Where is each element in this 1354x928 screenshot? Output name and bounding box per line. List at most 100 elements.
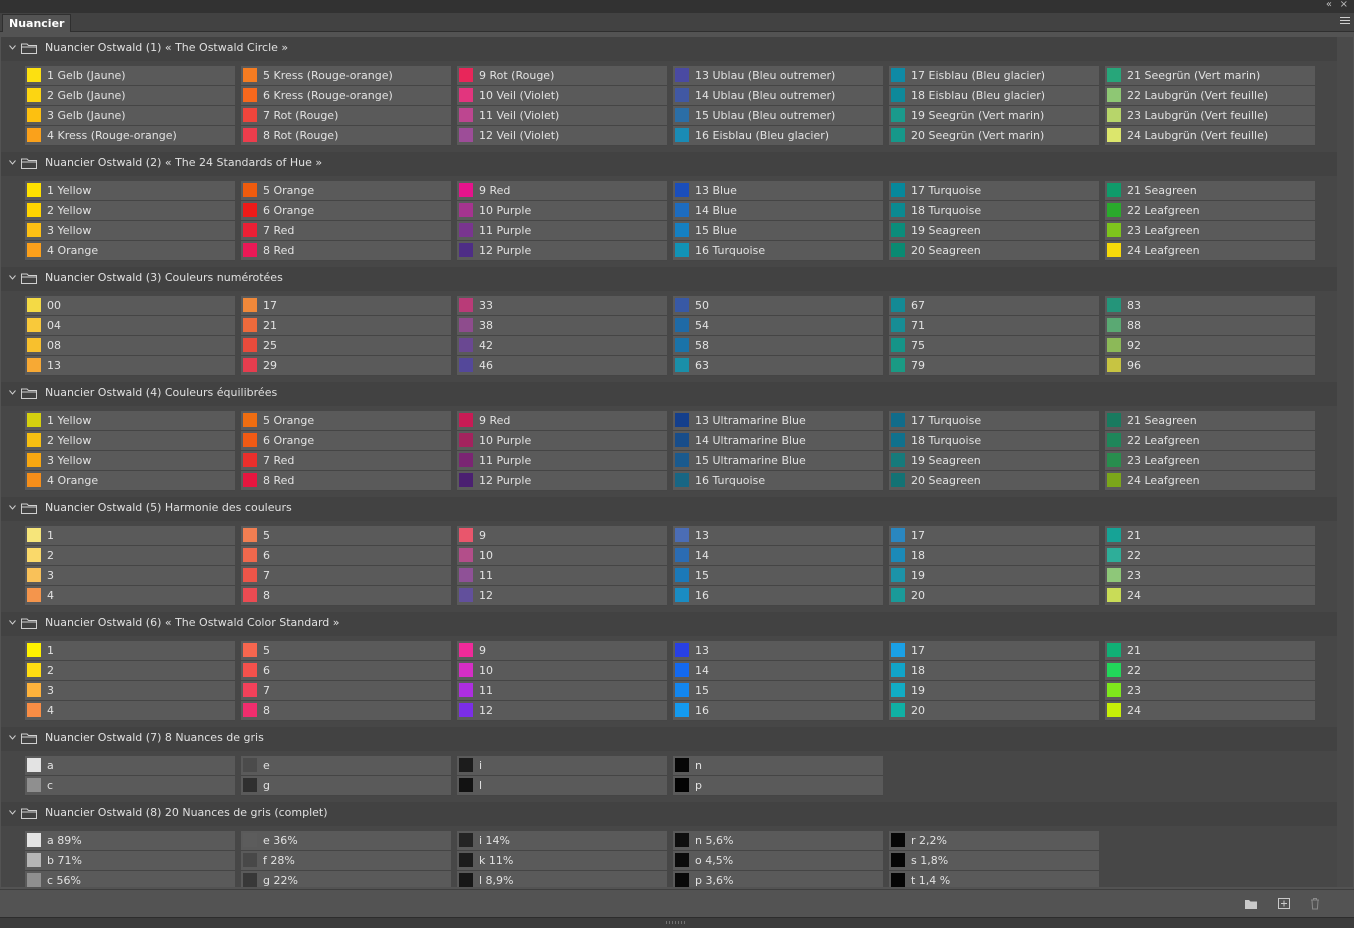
swatch-item[interactable]: 18 Eisblau (Bleu glacier) <box>889 86 1099 106</box>
swatch-item[interactable]: 8 Rot (Rouge) <box>241 126 451 146</box>
swatch-item[interactable]: s 1,8% <box>889 851 1099 871</box>
new-group-folder-icon[interactable] <box>1244 897 1258 910</box>
swatch-item[interactable]: 23 <box>1105 681 1315 701</box>
swatch-item[interactable]: 6 <box>241 661 451 681</box>
swatch-item[interactable]: 67 <box>889 296 1099 316</box>
swatch-item[interactable]: 75 <box>889 336 1099 356</box>
swatch-item[interactable]: 1 <box>25 526 235 546</box>
swatch-item[interactable]: 1 Gelb (Jaune) <box>25 66 235 86</box>
swatch-item[interactable]: 5 Kress (Rouge-orange) <box>241 66 451 86</box>
swatch-item[interactable]: 18 Turquoise <box>889 431 1099 451</box>
swatch-item[interactable]: 46 <box>457 356 667 376</box>
swatch-item[interactable]: 1 <box>25 641 235 661</box>
swatch-item[interactable]: 29 <box>241 356 451 376</box>
swatch-item[interactable]: 5 <box>241 526 451 546</box>
swatch-item[interactable]: 19 <box>889 681 1099 701</box>
swatch-item[interactable]: l 8,9% <box>457 871 667 887</box>
chevron-down-icon[interactable] <box>9 275 16 280</box>
swatch-item[interactable]: 15 Blue <box>673 221 883 241</box>
swatch-item[interactable]: 21 <box>1105 641 1315 661</box>
swatch-item[interactable]: 23 <box>1105 566 1315 586</box>
swatch-item[interactable]: 3 <box>25 566 235 586</box>
swatch-item[interactable]: 8 <box>241 701 451 721</box>
swatch-item[interactable]: 12 Purple <box>457 241 667 261</box>
swatch-item[interactable]: n <box>673 756 883 776</box>
chevron-down-icon[interactable] <box>9 45 16 50</box>
swatch-item[interactable]: 12 Veil (Violet) <box>457 126 667 146</box>
close-icon[interactable]: × <box>1340 0 1348 10</box>
new-swatch-icon[interactable] <box>1277 897 1291 910</box>
swatch-item[interactable]: 24 Leafgreen <box>1105 471 1315 491</box>
swatch-item[interactable]: 21 <box>1105 526 1315 546</box>
swatch-item[interactable]: 79 <box>889 356 1099 376</box>
swatch-item[interactable]: 4 Orange <box>25 471 235 491</box>
delete-trash-icon[interactable] <box>1308 897 1322 910</box>
swatch-item[interactable]: 9 Rot (Rouge) <box>457 66 667 86</box>
swatch-item[interactable]: 63 <box>673 356 883 376</box>
swatch-item[interactable]: 6 Orange <box>241 201 451 221</box>
swatch-item[interactable]: 12 <box>457 586 667 606</box>
swatch-item[interactable]: e <box>241 756 451 776</box>
swatch-item[interactable]: 17 <box>241 296 451 316</box>
swatch-item[interactable]: a 89% <box>25 831 235 851</box>
swatch-item[interactable]: 2 <box>25 661 235 681</box>
swatch-item[interactable]: 14 Ublau (Bleu outremer) <box>673 86 883 106</box>
swatch-item[interactable]: 18 Turquoise <box>889 201 1099 221</box>
swatch-item[interactable]: 22 Leafgreen <box>1105 431 1315 451</box>
swatch-item[interactable]: 11 Veil (Violet) <box>457 106 667 126</box>
swatch-item[interactable]: 50 <box>673 296 883 316</box>
swatch-item[interactable]: p <box>673 776 883 796</box>
panel-menu-icon[interactable] <box>1340 17 1350 26</box>
swatch-item[interactable]: 4 Kress (Rouge-orange) <box>25 126 235 146</box>
swatch-item[interactable]: 7 <box>241 566 451 586</box>
swatch-item[interactable]: 6 <box>241 546 451 566</box>
swatch-item[interactable]: 22 <box>1105 546 1315 566</box>
swatch-item[interactable]: 9 <box>457 641 667 661</box>
swatch-item[interactable]: 11 <box>457 566 667 586</box>
swatch-item[interactable]: g <box>241 776 451 796</box>
swatch-item[interactable]: 16 Turquoise <box>673 471 883 491</box>
resize-grip[interactable] <box>0 917 1354 928</box>
swatch-item[interactable]: 23 Leafgreen <box>1105 221 1315 241</box>
swatch-item[interactable]: 58 <box>673 336 883 356</box>
swatch-item[interactable]: 2 <box>25 546 235 566</box>
swatch-item[interactable]: 16 <box>673 701 883 721</box>
swatch-item[interactable]: 20 <box>889 701 1099 721</box>
swatch-item[interactable]: 20 Seagreen <box>889 471 1099 491</box>
swatch-item[interactable]: 13 Ultramarine Blue <box>673 411 883 431</box>
swatch-item[interactable]: 24 <box>1105 586 1315 606</box>
swatch-item[interactable]: 19 Seagreen <box>889 451 1099 471</box>
swatch-group-header[interactable]: Nuancier Ostwald (1) « The Ostwald Circl… <box>1 37 1337 61</box>
swatch-item[interactable]: 7 Red <box>241 221 451 241</box>
swatch-item[interactable]: 15 Ublau (Bleu outremer) <box>673 106 883 126</box>
swatch-item[interactable]: 17 <box>889 641 1099 661</box>
swatch-item[interactable]: 8 Red <box>241 241 451 261</box>
chevron-down-icon[interactable] <box>9 390 16 395</box>
swatch-item[interactable]: 22 Leafgreen <box>1105 201 1315 221</box>
swatch-group-header[interactable]: Nuancier Ostwald (7) 8 Nuances de gris <box>1 727 1337 751</box>
swatch-item[interactable]: 3 Gelb (Jaune) <box>25 106 235 126</box>
swatch-item[interactable]: 15 <box>673 566 883 586</box>
swatch-item[interactable]: 25 <box>241 336 451 356</box>
swatch-item[interactable]: 16 Turquoise <box>673 241 883 261</box>
swatch-item[interactable]: 22 Laubgrün (Vert feuille) <box>1105 86 1315 106</box>
swatch-item[interactable]: 10 <box>457 546 667 566</box>
swatch-item[interactable]: 17 Turquoise <box>889 181 1099 201</box>
swatch-item[interactable]: 3 Yellow <box>25 451 235 471</box>
swatch-item[interactable]: 18 <box>889 661 1099 681</box>
swatch-item[interactable]: 3 Yellow <box>25 221 235 241</box>
swatch-item[interactable]: 83 <box>1105 296 1315 316</box>
swatch-item[interactable]: 00 <box>25 296 235 316</box>
swatch-item[interactable]: p 3,6% <box>673 871 883 887</box>
swatch-item[interactable]: 11 Purple <box>457 451 667 471</box>
swatch-item[interactable]: 2 Yellow <box>25 431 235 451</box>
tab-nuancier[interactable]: Nuancier <box>2 14 72 32</box>
swatch-item[interactable]: 6 Orange <box>241 431 451 451</box>
chevron-down-icon[interactable] <box>9 810 16 815</box>
swatch-item[interactable]: r 2,2% <box>889 831 1099 851</box>
chevron-down-icon[interactable] <box>9 620 16 625</box>
swatch-item[interactable]: 1 Yellow <box>25 181 235 201</box>
swatch-item[interactable]: 6 Kress (Rouge-orange) <box>241 86 451 106</box>
swatch-item[interactable]: 10 <box>457 661 667 681</box>
swatch-item[interactable]: 15 Ultramarine Blue <box>673 451 883 471</box>
